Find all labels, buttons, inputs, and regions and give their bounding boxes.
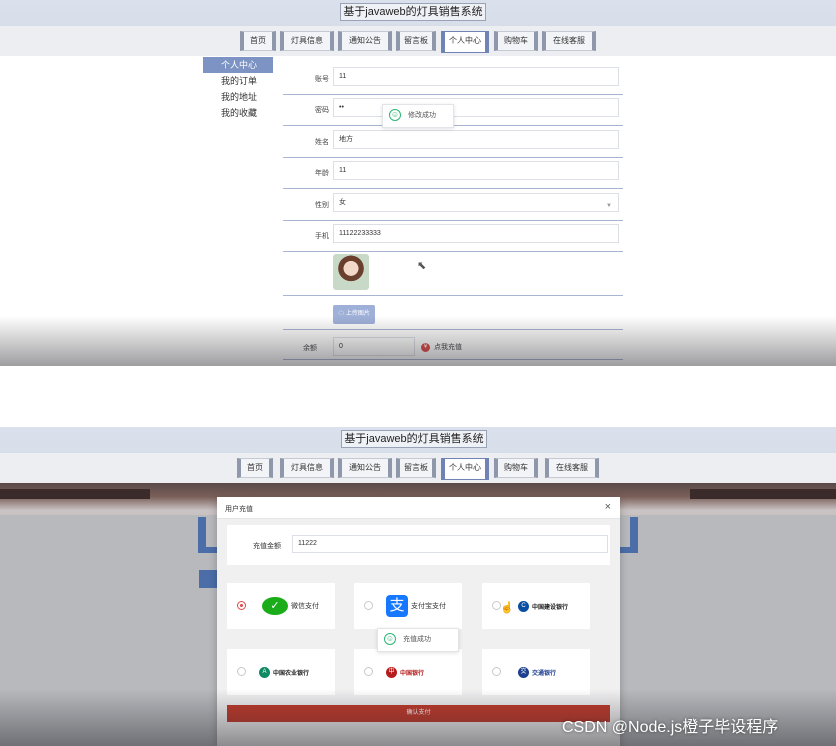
age-row: 年龄 11 — [283, 158, 623, 189]
nav-message-board[interactable]: 留言板 — [396, 458, 436, 478]
gender-row: 性别 女 ▼ — [283, 190, 623, 221]
payment-option-alipay[interactable]: 支 支付宝支付 — [354, 583, 462, 629]
age-label: 年龄 — [315, 170, 329, 177]
profile-screenshot: 基于javaweb的灯具销售系统 首页 灯具信息 通知公告 留言板 个人中心 购… — [0, 0, 836, 366]
account-input[interactable]: 11 — [333, 67, 619, 86]
account-label: 账号 — [315, 76, 329, 83]
password-input[interactable]: •• — [333, 98, 619, 117]
password-label: 密码 — [315, 107, 329, 114]
balance-label: 余额 — [303, 345, 317, 352]
top-bar: 基于javaweb的灯具销售系统 首页 灯具信息 通知公告 留言板 个人中心 购… — [0, 427, 836, 483]
abc-radio[interactable] — [237, 667, 246, 676]
gender-value: 女 — [339, 199, 346, 206]
name-label: 姓名 — [315, 139, 329, 146]
sidebar-item-my-address[interactable]: 我的地址 — [203, 89, 273, 105]
abc-icon: A — [259, 666, 270, 678]
payment-option-abc[interactable]: A 中国农业银行 — [227, 649, 335, 695]
name-input[interactable]: 地方 — [333, 130, 619, 149]
upload-image-label: 上传图片 — [345, 311, 370, 317]
alipay-icon: 支 — [386, 595, 408, 617]
confirm-pay-button[interactable]: 确认支付 — [227, 705, 610, 722]
success-toast: ☺ 修改成功 — [382, 104, 454, 128]
success-toast-text: 修改成功 — [407, 112, 436, 119]
sidebar-item-my-orders[interactable]: 我的订单 — [203, 73, 273, 89]
nav-personal-center[interactable]: 个人中心 — [441, 458, 489, 480]
payment-option-bocom[interactable]: 交 交通银行 — [482, 649, 590, 695]
phone-input[interactable]: 11122233333 — [333, 224, 619, 243]
wechat-label: 微信支付 — [291, 603, 319, 610]
recharge-link-label: 点我充值 — [433, 344, 462, 351]
csdn-watermark: CSDN @Node.js橙子毕设程序 — [562, 719, 779, 736]
recharge-link[interactable]: ¥ 点我充值 — [421, 342, 462, 352]
abc-label: 中国农业银行 — [273, 670, 310, 677]
nav-online-service[interactable]: 在线客服 — [545, 458, 599, 478]
cloud-upload-icon: ☁ — [338, 311, 345, 317]
nav-cart[interactable]: 购物车 — [494, 458, 538, 478]
account-row: 账号 11 — [283, 64, 623, 95]
wechat-icon: ✓ — [262, 597, 288, 615]
nav-home[interactable]: 首页 — [237, 458, 273, 478]
dialog-header: 用户充值 × — [217, 497, 620, 519]
smile-icon: ☺ — [389, 109, 401, 122]
gender-label: 性别 — [315, 202, 329, 209]
gender-select[interactable]: 女 ▼ — [333, 193, 619, 212]
main-nav: 首页 灯具信息 通知公告 留言板 个人中心 购物车 在线客服 — [0, 26, 836, 56]
alipay-radio[interactable] — [364, 601, 373, 610]
chevron-down-icon: ▼ — [606, 203, 612, 209]
age-input[interactable]: 11 — [333, 161, 619, 180]
recharge-icon: ¥ — [421, 342, 430, 352]
boc-icon: 中 — [386, 666, 397, 678]
nav-personal-center[interactable]: 个人中心 — [441, 31, 489, 53]
hand-cursor-icon: ☝ — [500, 602, 514, 614]
wechat-radio[interactable] — [237, 601, 246, 610]
recharge-dialog: 用户充值 × 充值金额 11222 ✓ 微信支付 支 支付宝支付 C 中国建设银… — [217, 497, 620, 746]
nav-home[interactable]: 首页 — [240, 31, 276, 51]
payment-option-ccb[interactable]: C 中国建设银行 — [482, 583, 590, 629]
site-title: 基于javaweb的灯具销售系统 — [341, 430, 487, 448]
ccb-icon: C — [518, 600, 529, 612]
mouse-cursor-icon: ⬉ — [417, 260, 427, 272]
recharge-success-text: 充值成功 — [402, 636, 431, 643]
bocom-radio[interactable] — [492, 667, 501, 676]
alipay-label: 支付宝支付 — [411, 603, 446, 610]
dialog-title: 用户充值 — [225, 506, 253, 513]
top-bar: 基于javaweb的灯具销售系统 首页 灯具信息 通知公告 留言板 个人中心 购… — [0, 0, 836, 56]
sidebar-item-my-favorites[interactable]: 我的收藏 — [203, 105, 273, 121]
recharge-screenshot: 基于javaweb的灯具销售系统 首页 灯具信息 通知公告 留言板 个人中心 购… — [0, 427, 836, 746]
nav-online-service[interactable]: 在线客服 — [542, 31, 596, 51]
ccb-label: 中国建设银行 — [532, 604, 569, 611]
sidebar: 个人中心 我的订单 我的地址 我的收藏 — [203, 57, 273, 121]
upload-image-button[interactable]: ☁ 上传图片 — [333, 305, 375, 324]
nav-notices[interactable]: 通知公告 — [338, 31, 392, 51]
amount-panel: 充值金额 11222 — [227, 525, 610, 565]
amount-label: 充值金额 — [253, 543, 281, 550]
name-row: 姓名 地方 — [283, 127, 623, 158]
nav-notices[interactable]: 通知公告 — [338, 458, 392, 478]
balance-input: 0 — [333, 337, 415, 356]
phone-label: 手机 — [315, 233, 329, 240]
close-icon[interactable]: × — [605, 501, 611, 513]
amount-input[interactable]: 11222 — [292, 535, 608, 553]
recharge-success-toast: ☺ 充值成功 — [377, 628, 459, 652]
nav-cart[interactable]: 购物车 — [494, 31, 538, 51]
nav-lamp-info[interactable]: 灯具信息 — [280, 31, 334, 51]
payment-option-boc[interactable]: 中 中国银行 — [354, 649, 462, 695]
main-nav: 首页 灯具信息 通知公告 留言板 个人中心 购物车 在线客服 — [0, 453, 836, 483]
boc-label: 中国银行 — [400, 670, 425, 677]
boc-radio[interactable] — [364, 667, 373, 676]
payment-option-wechat[interactable]: ✓ 微信支付 — [227, 583, 335, 629]
smile-icon: ☺ — [384, 633, 396, 646]
site-title: 基于javaweb的灯具销售系统 — [340, 3, 486, 21]
avatar — [333, 254, 369, 290]
nav-message-board[interactable]: 留言板 — [396, 31, 436, 51]
nav-lamp-info[interactable]: 灯具信息 — [280, 458, 334, 478]
bocom-label: 交通银行 — [532, 670, 557, 677]
bocom-icon: 交 — [518, 666, 529, 678]
sidebar-item-personal-center[interactable]: 个人中心 — [203, 57, 273, 73]
phone-row: 手机 11122233333 — [283, 221, 623, 252]
